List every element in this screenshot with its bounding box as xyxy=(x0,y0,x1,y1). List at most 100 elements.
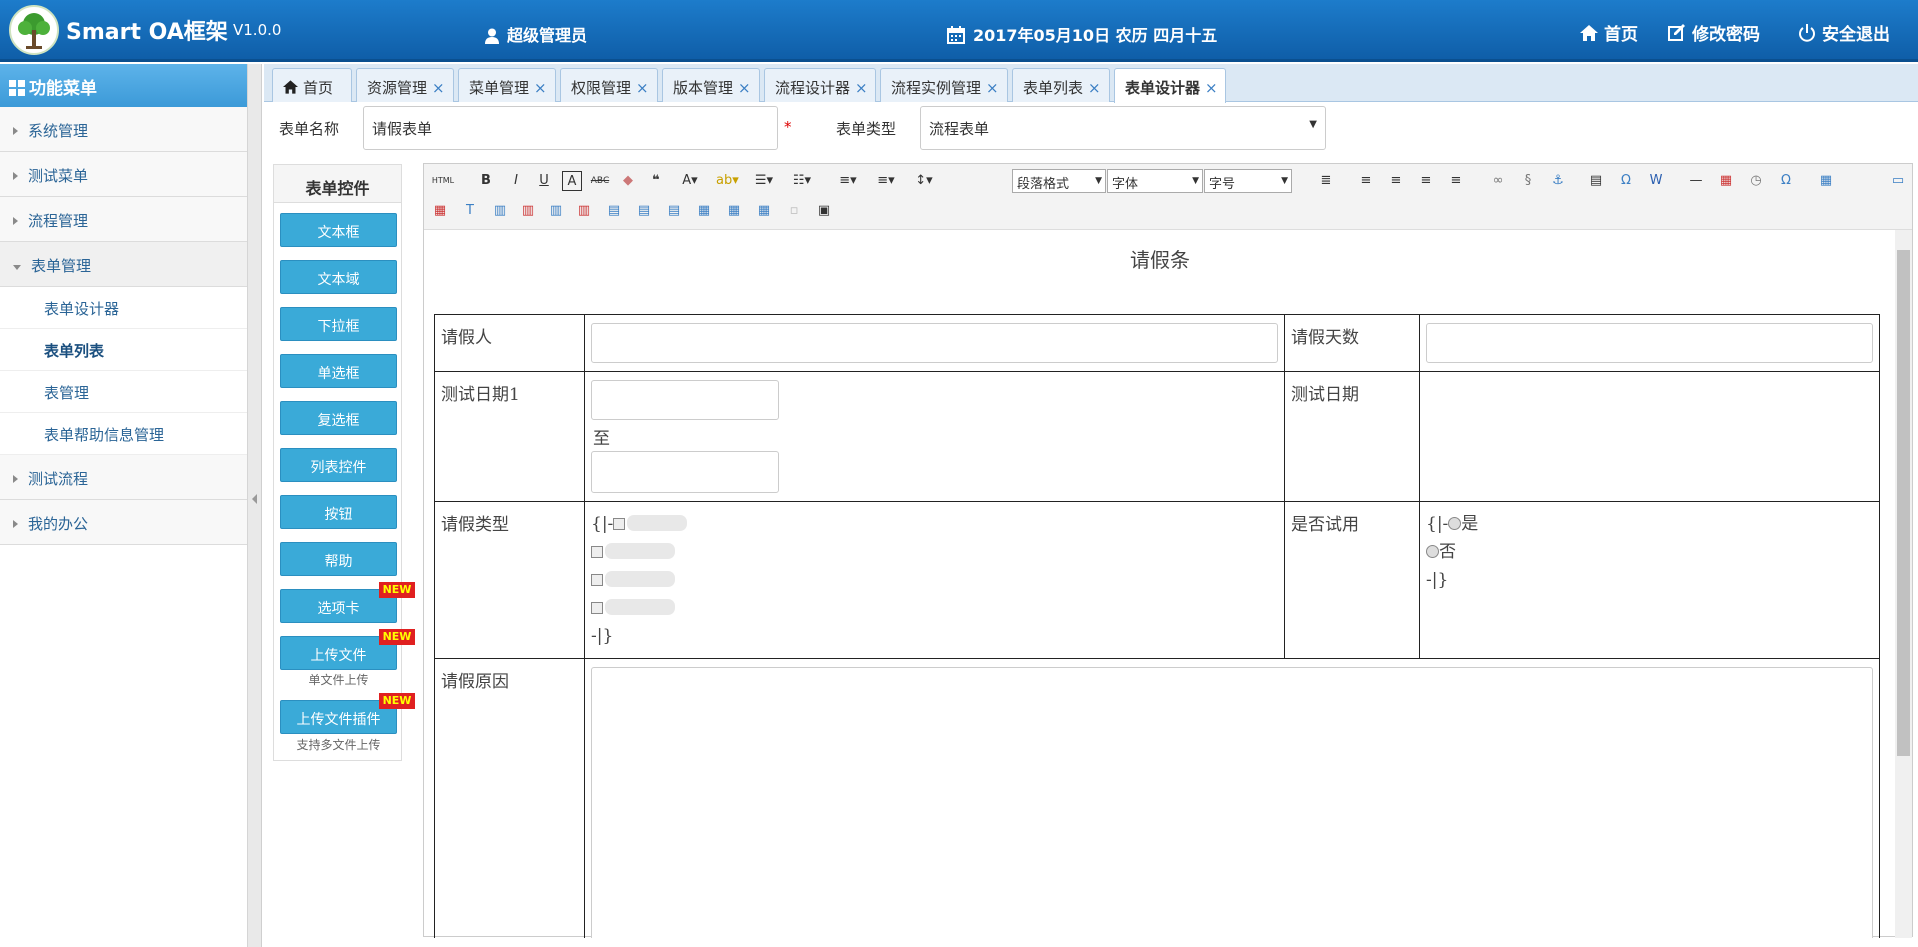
button-control-button[interactable]: 按钮 xyxy=(280,495,397,529)
close-icon[interactable]: × xyxy=(636,79,649,97)
leave-type-option-2[interactable] xyxy=(591,538,1278,566)
form-name-input[interactable]: 请假表单 xyxy=(363,106,778,150)
tab-permission-mgmt[interactable]: 权限管理 × xyxy=(560,68,658,102)
save-icon[interactable]: ▣ xyxy=(814,201,834,221)
tab-resource-mgmt[interactable]: 资源管理 × xyxy=(356,68,454,102)
checkbox[interactable] xyxy=(613,518,626,530)
leave-type-option-3[interactable] xyxy=(591,566,1278,594)
close-icon[interactable]: × xyxy=(1088,79,1101,97)
help-button[interactable]: 帮助 xyxy=(280,542,397,576)
select-button[interactable]: 下拉框 xyxy=(280,307,397,341)
fullscreen-icon[interactable]: ▭ xyxy=(1888,171,1908,191)
preview-icon[interactable]: ▫ xyxy=(784,201,804,221)
delete-table-icon[interactable]: ▦ xyxy=(430,201,450,221)
leave-type-option-1[interactable]: {|- xyxy=(591,510,1278,538)
merge-down-icon[interactable]: ▤ xyxy=(664,201,684,221)
checkbox-button[interactable]: 复选框 xyxy=(280,401,397,435)
row-spacing-bottom-icon[interactable]: ≡▾ xyxy=(876,171,896,191)
tab-version-mgmt[interactable]: 版本管理 × xyxy=(662,68,760,102)
html-source-button[interactable]: HTML xyxy=(430,171,456,191)
editor-scrollbar[interactable] xyxy=(1895,230,1912,938)
radio-button[interactable]: 单选框 xyxy=(280,354,397,388)
merge-right-icon[interactable]: ▤ xyxy=(634,201,654,221)
insert-table-icon[interactable]: ▦ xyxy=(1816,171,1836,191)
sidebar-collapse-handle[interactable] xyxy=(248,64,262,947)
split-cells-icon[interactable]: ▦ xyxy=(694,201,714,221)
checkbox[interactable] xyxy=(591,602,603,614)
applicant-input[interactable] xyxy=(591,323,1278,363)
editor-document[interactable]: 请假条 请假人 请假天数 测试日期1 至 测试日期 请假类型 {|- -|} 是… xyxy=(424,230,1896,938)
tab-flow-designer[interactable]: 流程设计器 × xyxy=(764,68,876,102)
home-link[interactable]: 首页 xyxy=(1580,20,1638,45)
trial-yes-option[interactable]: {|- 是 xyxy=(1426,510,1873,538)
strikethrough-button[interactable]: ABC xyxy=(590,171,610,191)
sidebar-group-form-mgmt[interactable]: 表单管理 xyxy=(0,242,247,287)
trial-no-option[interactable]: 否 xyxy=(1426,538,1873,566)
insert-paragraph-icon[interactable]: T xyxy=(460,201,480,221)
list-control-button[interactable]: 列表控件 xyxy=(280,448,397,482)
highlight-icon[interactable]: ab▾ xyxy=(716,171,739,191)
sidebar-item-form-designer[interactable]: 表单设计器 xyxy=(0,287,247,329)
test-date1-start-input[interactable] xyxy=(591,380,779,420)
sidebar-group-workflow[interactable]: 流程管理 xyxy=(0,197,247,242)
line-height-icon[interactable]: ↕▾ xyxy=(914,171,934,191)
split-rows-icon[interactable]: ▦ xyxy=(724,201,744,221)
days-input[interactable] xyxy=(1426,323,1873,363)
sidebar-group-my-office[interactable]: 我的办公 xyxy=(0,500,247,545)
align-left-icon[interactable]: ≡ xyxy=(1356,171,1376,191)
sidebar-item-form-help[interactable]: 表单帮助信息管理 xyxy=(0,413,247,455)
tab-home[interactable]: 首页 xyxy=(272,68,352,102)
bold-button[interactable]: B xyxy=(476,171,496,191)
leave-type-option-4[interactable] xyxy=(591,594,1278,622)
close-icon[interactable]: × xyxy=(534,79,547,97)
close-icon[interactable]: × xyxy=(1205,79,1218,97)
row-spacing-top-icon[interactable]: ≡▾ xyxy=(838,171,858,191)
sidebar-group-test-flow[interactable]: 测试流程 xyxy=(0,455,247,500)
sidebar-group-system[interactable]: 系统管理 xyxy=(0,107,247,152)
eraser-icon[interactable]: ◆ xyxy=(618,171,638,191)
insert-row-icon[interactable]: ▥ xyxy=(490,201,510,221)
unordered-list-icon[interactable]: ☷▾ xyxy=(792,171,812,191)
italic-button[interactable]: I xyxy=(506,171,526,191)
image-float-icon[interactable]: ▤ xyxy=(1586,171,1606,191)
paragraph-format-select[interactable]: 段落格式 ▼ xyxy=(1012,169,1106,193)
font-size-select[interactable]: 字号 ▼ xyxy=(1204,169,1292,193)
delete-row-icon[interactable]: ▥ xyxy=(518,201,538,221)
close-icon[interactable]: × xyxy=(738,79,751,97)
close-icon[interactable]: × xyxy=(855,79,868,97)
delete-col-icon[interactable]: ▥ xyxy=(574,201,594,221)
horizontal-rule-icon[interactable]: — xyxy=(1686,171,1706,191)
align-center-icon[interactable]: ≡ xyxy=(1386,171,1406,191)
split-cols-icon[interactable]: ▦ xyxy=(754,201,774,221)
tab-form-list[interactable]: 表单列表 × xyxy=(1012,68,1110,102)
sidebar-item-form-list[interactable]: 表单列表 xyxy=(0,329,247,371)
logout-link[interactable]: 安全退出 xyxy=(1798,20,1890,45)
link-icon[interactable]: ∞ xyxy=(1488,171,1508,191)
change-password-link[interactable]: 修改密码 xyxy=(1668,20,1760,45)
close-icon[interactable]: × xyxy=(986,79,999,97)
merge-cells-icon[interactable]: ▤ xyxy=(604,201,624,221)
form-type-select[interactable]: 流程表单 ▼ xyxy=(920,106,1326,150)
sidebar-item-table-mgmt[interactable]: 表管理 xyxy=(0,371,247,413)
justify-icon[interactable]: ≡ xyxy=(1446,171,1466,191)
radio[interactable] xyxy=(1426,545,1439,558)
word-import-icon[interactable]: W xyxy=(1646,171,1666,191)
quote-icon[interactable]: ❝ xyxy=(646,171,666,191)
unlink-icon[interactable]: § xyxy=(1518,171,1538,191)
ordered-list-icon[interactable]: ☰▾ xyxy=(754,171,774,191)
time-icon[interactable]: ◷ xyxy=(1746,171,1766,191)
anchor-icon[interactable]: ⚓ xyxy=(1548,171,1568,191)
textbox-button[interactable]: 文本框 xyxy=(280,213,397,247)
direction-icon[interactable]: ≣ xyxy=(1316,171,1336,191)
underline-button[interactable]: U xyxy=(534,171,554,191)
date-icon[interactable]: ▦ xyxy=(1716,171,1736,191)
tab-flow-instance-mgmt[interactable]: 流程实例管理 × xyxy=(880,68,1008,102)
font-color-icon[interactable]: A▾ xyxy=(680,171,700,191)
checkbox[interactable] xyxy=(591,546,603,558)
symbol-icon[interactable]: Ω xyxy=(1776,171,1796,191)
textarea-button[interactable]: 文本域 xyxy=(280,260,397,294)
sidebar-group-test-menu[interactable]: 测试菜单 xyxy=(0,152,247,197)
font-family-select[interactable]: 字体 ▼ xyxy=(1107,169,1203,193)
insert-col-icon[interactable]: ▥ xyxy=(546,201,566,221)
close-icon[interactable]: × xyxy=(432,79,445,97)
